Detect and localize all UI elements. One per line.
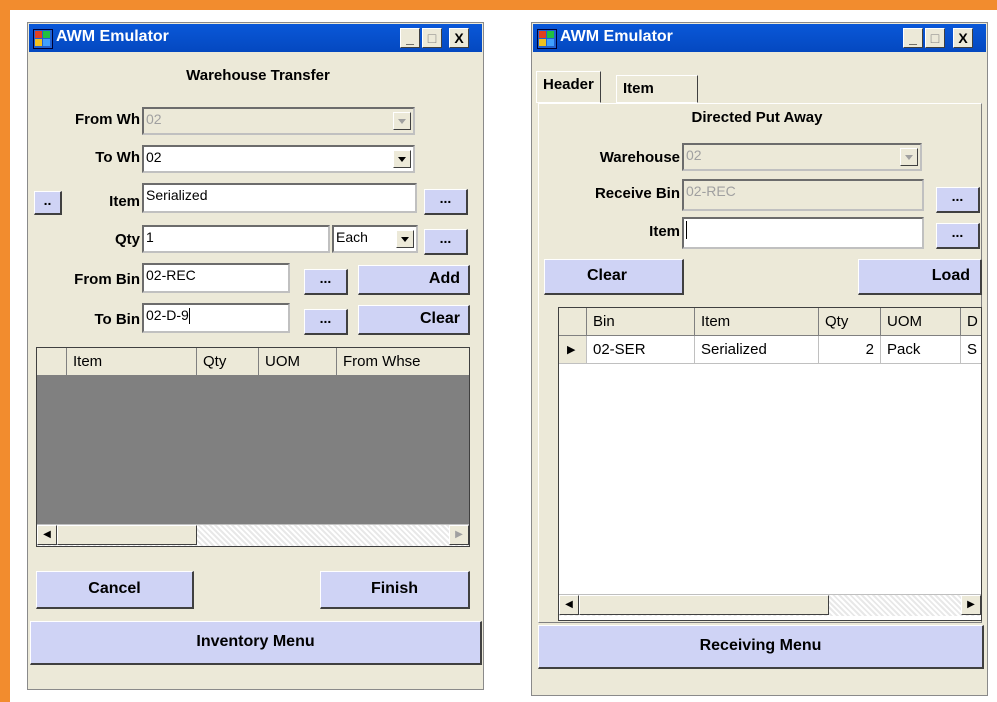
chevron-down-icon[interactable]: [393, 112, 411, 130]
from-wh-label: From Wh: [75, 111, 140, 128]
horizontal-scrollbar[interactable]: ◀ ▶: [37, 524, 469, 546]
row-header-cell: [559, 308, 587, 336]
col-from-whse[interactable]: From Whse: [337, 348, 469, 376]
cell-bin: 02-SER: [587, 336, 695, 364]
to-wh-value: 02: [146, 149, 162, 165]
col-uom[interactable]: UOM: [881, 308, 961, 336]
maximize-button[interactable]: □: [925, 28, 945, 48]
clear-button[interactable]: Clear: [358, 305, 470, 335]
chevron-down-icon[interactable]: [900, 148, 918, 166]
scroll-right-icon[interactable]: ▶: [961, 595, 981, 615]
transfer-grid[interactable]: Item Qty UOM From Whse ◀ ▶: [36, 347, 470, 547]
from-bin-label: From Bin: [74, 271, 140, 288]
cell-item: Serialized: [695, 336, 819, 364]
minimize-button[interactable]: _: [903, 28, 923, 48]
receive-bin-input[interactable]: 02-REC: [682, 179, 924, 211]
horizontal-scrollbar[interactable]: ◀ ▶: [559, 594, 981, 616]
row-header-cell: [37, 348, 67, 376]
putaway-grid[interactable]: Bin Item Qty UOM D ▶ 02-SER Serialized 2…: [558, 307, 982, 621]
clear-button[interactable]: Clear: [544, 259, 684, 295]
to-bin-input[interactable]: 02-D-9: [142, 303, 290, 333]
qty-label: Qty: [114, 231, 140, 248]
qty-input[interactable]: 1: [142, 225, 330, 253]
text-cursor: [686, 221, 687, 240]
orange-frame-left: [0, 0, 10, 702]
grid-header: Item Qty UOM From Whse: [37, 348, 469, 376]
row-selector-icon: ▶: [559, 336, 587, 364]
item-label: Item: [109, 193, 140, 210]
close-button[interactable]: X: [953, 28, 973, 48]
scroll-right-icon[interactable]: ▶: [449, 525, 469, 545]
warehouse-select[interactable]: 02: [682, 143, 922, 171]
warehouse-label: Warehouse: [599, 149, 680, 166]
qty-lookup-button[interactable]: ...: [424, 229, 468, 255]
to-bin-lookup-button[interactable]: ...: [304, 309, 348, 335]
col-d[interactable]: D: [961, 308, 981, 336]
tab-item[interactable]: Item: [616, 75, 698, 103]
minimize-button[interactable]: _: [400, 28, 420, 48]
app-icon: [537, 29, 557, 49]
form-title: Directed Put Away: [691, 109, 823, 126]
uom-value: Each: [336, 229, 368, 245]
col-qty[interactable]: Qty: [819, 308, 881, 336]
to-wh-select[interactable]: 02: [142, 145, 415, 173]
item-lookup-button[interactable]: ...: [936, 223, 980, 249]
to-bin-label: To Bin: [94, 311, 140, 328]
form-title: Warehouse Transfer: [186, 67, 330, 84]
item-label: Item: [649, 223, 680, 240]
grid-header: Bin Item Qty UOM D: [559, 308, 981, 336]
item-input[interactable]: Serialized: [142, 183, 417, 213]
right-title-bar[interactable]: AWM Emulator _ □ X: [533, 24, 986, 52]
inventory-menu-button[interactable]: Inventory Menu: [30, 621, 482, 665]
left-title-bar[interactable]: AWM Emulator _ □ X: [29, 24, 482, 52]
add-button[interactable]: Add: [358, 265, 470, 295]
cell-qty: 2: [819, 336, 881, 364]
left-window: AWM Emulator _ □ X Warehouse Transfer Fr…: [27, 22, 484, 690]
receiving-menu-button[interactable]: Receiving Menu: [538, 625, 984, 669]
from-bin-input[interactable]: 02-REC: [142, 263, 290, 293]
orange-frame-top: [0, 0, 997, 10]
chevron-down-icon[interactable]: [396, 230, 414, 248]
scroll-left-icon[interactable]: ◀: [37, 525, 57, 545]
warehouse-value: 02: [686, 147, 702, 163]
app-icon: [33, 29, 53, 49]
load-button[interactable]: Load: [858, 259, 982, 295]
item-lookup-button[interactable]: ...: [424, 189, 468, 215]
scroll-thumb[interactable]: [57, 525, 197, 545]
cell-d: S: [961, 336, 981, 364]
col-item[interactable]: Item: [695, 308, 819, 336]
col-bin[interactable]: Bin: [587, 308, 695, 336]
close-button[interactable]: X: [449, 28, 469, 48]
uom-select[interactable]: Each: [332, 225, 418, 253]
from-bin-lookup-button[interactable]: ...: [304, 269, 348, 295]
to-wh-label: To Wh: [95, 149, 140, 166]
window-title: AWM Emulator: [560, 28, 673, 45]
from-wh-select[interactable]: 02: [142, 107, 415, 135]
receive-bin-label: Receive Bin: [594, 185, 680, 202]
item-small-button[interactable]: ..: [34, 191, 62, 215]
tab-header[interactable]: Header: [536, 71, 601, 103]
table-row[interactable]: ▶ 02-SER Serialized 2 Pack S: [559, 336, 981, 364]
item-input[interactable]: [682, 217, 924, 249]
col-item[interactable]: Item: [67, 348, 197, 376]
scroll-thumb[interactable]: [579, 595, 829, 615]
finish-button[interactable]: Finish: [320, 571, 470, 609]
to-bin-value: 02-D-9: [146, 307, 189, 323]
window-title: AWM Emulator: [56, 28, 169, 45]
cell-uom: Pack: [881, 336, 961, 364]
cancel-button[interactable]: Cancel: [36, 571, 194, 609]
col-uom[interactable]: UOM: [259, 348, 337, 376]
right-window: AWM Emulator _ □ X Header Item Directed …: [531, 22, 988, 696]
chevron-down-icon[interactable]: [393, 150, 411, 168]
maximize-button[interactable]: □: [422, 28, 442, 48]
from-wh-value: 02: [146, 111, 162, 127]
receive-bin-lookup-button[interactable]: ...: [936, 187, 980, 213]
scroll-left-icon[interactable]: ◀: [559, 595, 579, 615]
col-qty[interactable]: Qty: [197, 348, 259, 376]
text-cursor: [188, 308, 190, 325]
